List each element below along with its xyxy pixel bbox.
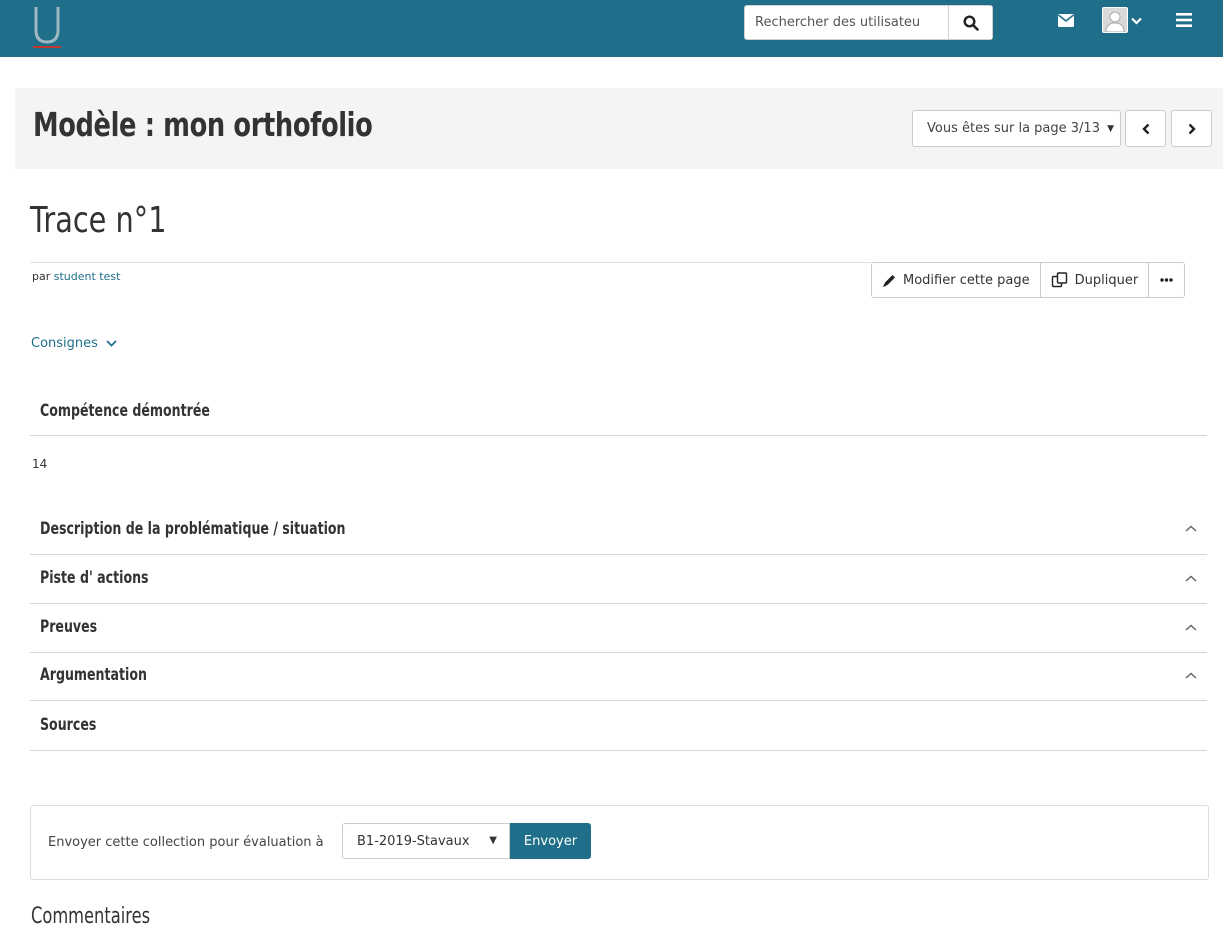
- submit-label: Envoyer cette collection pour évaluation…: [48, 835, 324, 850]
- block-title-evidence[interactable]: Preuves: [40, 617, 97, 637]
- user-avatar[interactable]: [1102, 7, 1128, 33]
- submit-for-assessment-panel: Envoyer cette collection pour évaluation…: [30, 805, 1209, 880]
- user-search: [744, 5, 993, 40]
- author-link[interactable]: student test: [54, 270, 121, 283]
- dropdown-caret-icon: ▼: [489, 835, 497, 846]
- search-icon: [962, 14, 979, 31]
- user-avatar-icon: [1105, 11, 1125, 32]
- comments-heading: Commentaires: [31, 904, 151, 929]
- chevron-up-icon[interactable]: [1185, 672, 1197, 679]
- page-actions: Modifier cette page Dupliquer: [871, 262, 1186, 298]
- block-title-argumentation[interactable]: Argumentation: [40, 665, 147, 685]
- author-line: par student test: [32, 270, 120, 283]
- block-value-competence: 14: [32, 457, 48, 471]
- previous-page-button[interactable]: [1125, 110, 1166, 147]
- page-title: Trace n°1: [30, 200, 167, 241]
- chevron-down-icon: [106, 340, 117, 347]
- instructions-label: Consignes: [31, 336, 98, 351]
- edit-page-button[interactable]: Modifier cette page: [872, 263, 1041, 297]
- chevron-up-icon[interactable]: [1185, 525, 1197, 532]
- duplicate-label: Dupliquer: [1074, 272, 1139, 288]
- instructions-toggle[interactable]: Consignes: [31, 336, 117, 351]
- divider: [30, 262, 871, 263]
- top-navigation-bar: [0, 0, 1223, 57]
- mail-icon[interactable]: [1058, 14, 1074, 27]
- author-prefix: par: [32, 270, 51, 283]
- page-selector[interactable]: Vous êtes sur la page 3/13 ▼: [912, 110, 1121, 147]
- collection-title: Modèle : mon orthofolio: [33, 105, 373, 144]
- next-page-button[interactable]: [1171, 110, 1212, 147]
- group-select-value: B1-2019-Stavaux: [357, 833, 470, 849]
- page-indicator-text: Vous êtes sur la page 3/13: [927, 121, 1100, 136]
- block-divider: [30, 652, 1207, 653]
- block-title-actions[interactable]: Piste d' actions: [40, 568, 149, 588]
- pencil-icon: [883, 274, 895, 287]
- chevron-up-icon[interactable]: [1185, 575, 1197, 582]
- chevron-up-icon[interactable]: [1185, 624, 1197, 631]
- more-options-button[interactable]: [1149, 263, 1184, 297]
- chevron-left-icon: [1141, 123, 1149, 134]
- block-title-sources: Sources: [40, 715, 97, 735]
- group-select[interactable]: B1-2019-Stavaux ▼: [342, 823, 510, 859]
- collection-header: Modèle : mon orthofolio Vous êtes sur la…: [15, 88, 1223, 169]
- more-options-icon: [1160, 278, 1173, 282]
- block-divider: [30, 435, 1207, 436]
- block-divider: [30, 700, 1207, 701]
- dropdown-caret-icon: ▼: [1107, 124, 1114, 134]
- submit-button[interactable]: Envoyer: [510, 823, 591, 859]
- block-divider: [30, 554, 1207, 555]
- user-search-input[interactable]: [745, 6, 948, 39]
- duplicate-button[interactable]: Dupliquer: [1041, 263, 1150, 297]
- edit-page-label: Modifier cette page: [903, 272, 1030, 288]
- block-divider: [30, 750, 1207, 751]
- block-divider: [30, 603, 1207, 604]
- block-title-description[interactable]: Description de la problématique / situat…: [40, 519, 346, 539]
- user-menu-chevron-down-icon[interactable]: [1131, 17, 1142, 25]
- chevron-right-icon: [1188, 123, 1196, 134]
- search-button[interactable]: [948, 6, 992, 39]
- site-logo-icon[interactable]: [30, 4, 64, 50]
- block-title-competence: Compétence démontrée: [40, 401, 210, 421]
- duplicate-icon: [1051, 272, 1067, 288]
- hamburger-menu-icon[interactable]: [1176, 13, 1192, 27]
